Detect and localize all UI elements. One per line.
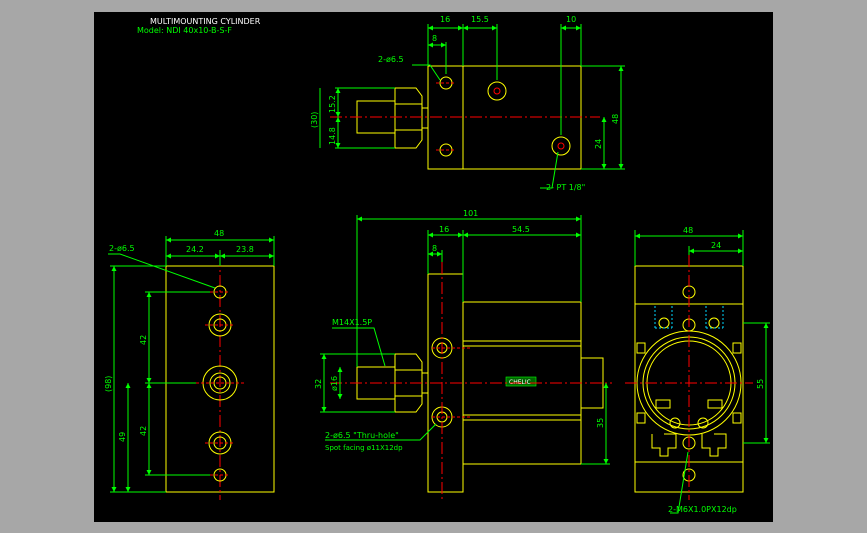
front-dimensions bbox=[320, 215, 610, 465]
svg-text:55: 55 bbox=[756, 379, 765, 389]
drawing-area: MULTIMOUNTING CYLINDER Model: NDI 40x10-… bbox=[94, 12, 773, 522]
title-text: MULTIMOUNTING CYLINDER bbox=[150, 17, 261, 26]
svg-text:48: 48 bbox=[683, 226, 693, 235]
svg-text:(30): (30) bbox=[310, 112, 319, 128]
svg-text:101: 101 bbox=[463, 209, 478, 218]
svg-text:2-M6X1.0PX12dp: 2-M6X1.0PX12dp bbox=[668, 505, 737, 514]
model-text: Model: NDI 40x10-B-S-F bbox=[137, 26, 232, 35]
top-port-lower bbox=[551, 136, 571, 156]
svg-text:8: 8 bbox=[432, 34, 437, 43]
svg-text:24: 24 bbox=[594, 139, 603, 149]
left-dimensions bbox=[108, 236, 275, 493]
svg-text:2- PT 1/8": 2- PT 1/8" bbox=[546, 183, 585, 192]
svg-text:42: 42 bbox=[139, 426, 148, 436]
right-view: 48 24 55 2-M6X1.0PX12dp bbox=[625, 226, 770, 514]
svg-text:Spot facing ø11X12dp: Spot facing ø11X12dp bbox=[325, 444, 403, 452]
top-nut bbox=[394, 87, 423, 149]
front-view: CHELIC 101 16 54.5 bbox=[314, 209, 612, 500]
cad-drawing: MULTIMOUNTING CYLINDER Model: NDI 40x10-… bbox=[104, 15, 770, 514]
top-view: 16 15.5 10 8 2-ø6.5 15.2 14.8 (30) 48 24… bbox=[310, 15, 625, 192]
title-block: MULTIMOUNTING CYLINDER Model: NDI 40x10-… bbox=[137, 17, 261, 35]
svg-text:8: 8 bbox=[432, 244, 437, 253]
left-dimension-labels: 48 24.2 23.8 2-ø6.5 (98) 42 42 49 bbox=[104, 229, 254, 442]
svg-text:49: 49 bbox=[118, 432, 127, 442]
svg-text:10: 10 bbox=[566, 15, 576, 24]
svg-text:ø16: ø16 bbox=[330, 376, 339, 391]
svg-text:24.2: 24.2 bbox=[186, 245, 204, 254]
left-view: 48 24.2 23.8 2-ø6.5 (98) 42 42 49 bbox=[104, 229, 275, 500]
svg-text:24: 24 bbox=[711, 241, 721, 250]
svg-text:32: 32 bbox=[314, 379, 323, 389]
right-dimension-labels: 48 24 55 2-M6X1.0PX12dp bbox=[668, 226, 765, 514]
svg-text:15.2: 15.2 bbox=[328, 95, 337, 113]
svg-text:23.8: 23.8 bbox=[236, 245, 254, 254]
right-dimensions bbox=[634, 230, 770, 514]
svg-text:(98): (98) bbox=[104, 376, 113, 392]
svg-text:35: 35 bbox=[596, 418, 605, 428]
svg-text:54.5: 54.5 bbox=[512, 225, 530, 234]
top-port-upper bbox=[487, 81, 507, 101]
svg-text:16: 16 bbox=[439, 225, 449, 234]
svg-text:48: 48 bbox=[611, 114, 620, 124]
front-dimension-labels: 101 16 54.5 8 M14X1.5P 32 ø16 35 2-ø6.5 … bbox=[314, 209, 605, 452]
top-hole-lower-left bbox=[436, 143, 456, 157]
svg-text:2-ø6.5: 2-ø6.5 bbox=[109, 244, 135, 253]
svg-text:48: 48 bbox=[214, 229, 224, 238]
svg-text:42: 42 bbox=[139, 335, 148, 345]
svg-text:M14X1.5P: M14X1.5P bbox=[332, 318, 372, 327]
svg-text:16: 16 bbox=[440, 15, 450, 24]
svg-text:15.5: 15.5 bbox=[471, 15, 489, 24]
svg-text:2-ø6.5 "Thru-hole": 2-ø6.5 "Thru-hole" bbox=[325, 431, 399, 440]
svg-text:2-ø6.5: 2-ø6.5 bbox=[378, 55, 404, 64]
svg-text:14.8: 14.8 bbox=[328, 127, 337, 145]
top-dimensions bbox=[319, 24, 625, 189]
